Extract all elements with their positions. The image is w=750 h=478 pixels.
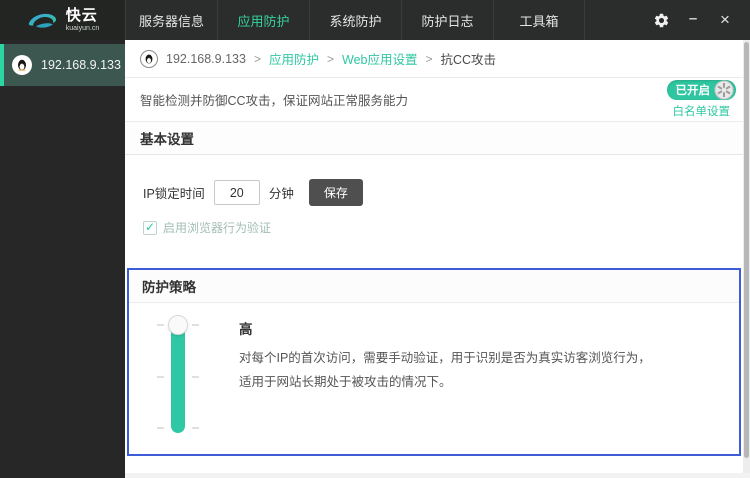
breadcrumb-tux-icon: [140, 49, 158, 68]
enabled-toggle[interactable]: 已开启: [666, 80, 736, 100]
brand-domain: kuaiyun.cn: [65, 25, 100, 32]
linux-tux-icon: [12, 55, 32, 75]
scrollbar-thumb[interactable]: [744, 42, 749, 458]
ip-lock-time-input[interactable]: [213, 180, 260, 205]
breadcrumb-web-app-settings[interactable]: Web应用设置: [342, 49, 417, 68]
brand-name: 快云: [65, 7, 98, 24]
feature-description: 智能检测并防御CC攻击，保证网站正常服务能力: [140, 94, 409, 108]
breadcrumb-separator: >: [425, 51, 433, 66]
whitelist-settings-link[interactable]: 白名单设置: [673, 103, 731, 119]
policy-level-slider: [149, 313, 221, 443]
kuaiyun-swirl-icon: [28, 13, 56, 28]
nav-app-protection[interactable]: 应用防护: [217, 0, 309, 40]
policy-level-name: 高: [239, 322, 253, 337]
protection-policy-header: 防护策略: [129, 270, 739, 303]
basic-settings-title: 基本设置: [140, 132, 194, 147]
protection-policy-panel: 防护策略 高 对每个IP的首次访问，需要手动验证，用于识别是否为真实访客浏览行为…: [127, 268, 741, 456]
close-button[interactable]: ×: [716, 10, 734, 29]
ip-lock-time-label: IP锁定时间: [143, 187, 205, 201]
nav-system-protection[interactable]: 系统防护: [309, 0, 401, 40]
slider-tick: [157, 324, 164, 326]
save-button[interactable]: 保存: [308, 179, 363, 206]
slider-tick: [192, 376, 199, 378]
content-scrollbar[interactable]: [743, 40, 750, 478]
main-nav: 服务器信息 应用防护 系统防护 防护日志 工具箱: [125, 0, 585, 40]
slider-handle[interactable]: [168, 315, 188, 335]
nav-protection-logs[interactable]: 防护日志: [401, 0, 493, 40]
app-logo: 快云 kuaiyun.cn: [0, 0, 125, 40]
slider-tick: [192, 324, 199, 326]
policy-level-description-1: 对每个IP的首次访问，需要手动验证，用于识别是否为真实访客浏览行为，: [239, 351, 651, 365]
nav-server-info[interactable]: 服务器信息: [125, 0, 217, 40]
slider-tick: [157, 427, 164, 429]
browser-verification-checkbox[interactable]: [143, 220, 157, 235]
breadcrumb: 192.168.9.133 > 应用防护 > Web应用设置 > 抗CC攻击: [125, 40, 750, 78]
toggle-wheel-icon: [714, 80, 734, 100]
enabled-toggle-label: 已开启: [675, 85, 711, 97]
breadcrumb-separator: >: [253, 51, 261, 66]
bottom-strip: [125, 473, 750, 478]
basic-settings-header: 基本设置: [125, 122, 750, 155]
settings-gear-icon[interactable]: [652, 11, 670, 29]
main-content: 192.168.9.133 > 应用防护 > Web应用设置 > 抗CC攻击 智…: [125, 40, 750, 478]
breadcrumb-app-protection[interactable]: 应用防护: [269, 49, 319, 68]
sidebar-server-label: 192.168.9.133: [41, 58, 121, 72]
slider-track[interactable]: [171, 321, 185, 433]
slider-tick: [157, 376, 164, 378]
basic-settings-form: IP锁定时间 分钟 保存 启用浏览器行为验证: [125, 155, 750, 236]
protection-policy-title: 防护策略: [142, 280, 196, 295]
server-sidebar: 192.168.9.133: [0, 40, 125, 478]
policy-level-description-2: 适用于网站长期处于被攻击的情况下。: [239, 375, 452, 389]
browser-verification-label: 启用浏览器行为验证: [163, 221, 272, 235]
breadcrumb-separator: >: [326, 51, 334, 66]
slider-tick: [192, 427, 199, 429]
window-controls: – ×: [652, 0, 750, 40]
minimize-button[interactable]: –: [684, 9, 702, 27]
feature-overview-row: 智能检测并防御CC攻击，保证网站正常服务能力 已开启 白名单设置: [125, 78, 750, 122]
breadcrumb-anti-cc: 抗CC攻击: [440, 53, 497, 67]
sidebar-item-server[interactable]: 192.168.9.133: [0, 44, 125, 86]
minutes-unit-label: 分钟: [268, 187, 294, 201]
title-bar: 快云 kuaiyun.cn 服务器信息 应用防护 系统防护 防护日志 工具箱 –…: [0, 0, 750, 40]
nav-toolbox[interactable]: 工具箱: [493, 0, 585, 40]
breadcrumb-server: 192.168.9.133: [166, 51, 246, 66]
